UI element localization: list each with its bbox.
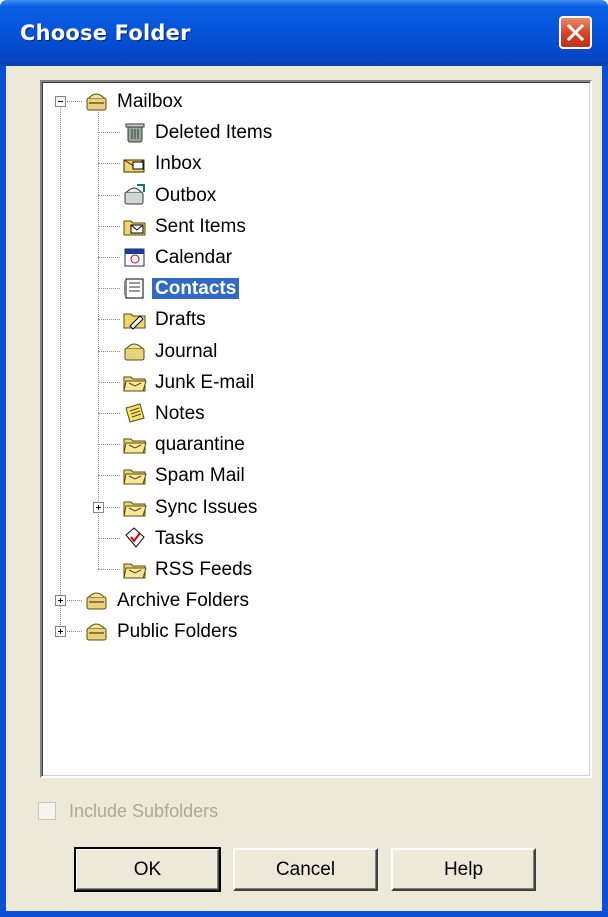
tree-item-label: Outbox (155, 185, 217, 206)
tree-item-deleted-items[interactable]: Deleted Items (42, 119, 582, 145)
tree-item-label: Sent Items (155, 216, 246, 237)
tree-item-label: Notes (155, 403, 205, 424)
journal-icon (122, 338, 148, 364)
title-bar[interactable]: Choose Folder (0, 0, 608, 66)
close-button[interactable] (559, 16, 592, 49)
folder-icon (122, 431, 148, 457)
cancel-button[interactable]: Cancel (233, 848, 378, 891)
dialog-title: Choose Folder (20, 21, 191, 45)
tree-item-label: RSS Feeds (155, 559, 253, 580)
mailbox-icon (84, 88, 110, 114)
tree-connector-line (60, 101, 61, 631)
mailbox-icon (84, 587, 110, 613)
inbox-icon (122, 150, 148, 176)
tree-item-label: Calendar (155, 247, 233, 268)
expand-toggle[interactable] (93, 502, 104, 513)
sent-items-icon (122, 213, 148, 239)
tree-item-label: Journal (155, 341, 218, 362)
tree-item-spam-mail[interactable]: Spam Mail (42, 462, 582, 488)
tree-item-journal[interactable]: Journal (42, 338, 582, 364)
ok-button[interactable]: OK (74, 847, 221, 892)
drafts-icon (122, 306, 148, 332)
tree-item-junk-e-mail[interactable]: Junk E-mail (42, 369, 582, 395)
tree-item-quarantine[interactable]: quarantine (42, 431, 582, 457)
folder-icon (122, 369, 148, 395)
tree-item-label: Deleted Items (155, 122, 273, 143)
include-subfolders-checkbox[interactable] (38, 802, 56, 820)
tree-item-label: Contacts (152, 278, 240, 299)
tree-item-label: Spam Mail (155, 465, 245, 486)
dialog-window: Choose Folder Mailbox Deleted Items Inbox O… (0, 0, 608, 917)
notes-icon (122, 400, 148, 426)
include-subfolders-label: Include Subfolders (69, 801, 219, 821)
tree-item-calendar[interactable]: Calendar (42, 244, 582, 270)
collapse-toggle[interactable] (55, 96, 66, 107)
tree-item-label: Sync Issues (155, 497, 258, 518)
folder-icon (122, 556, 148, 582)
tree-item-inbox[interactable]: Inbox (42, 150, 582, 176)
tree-item-sync-issues[interactable]: Sync Issues (42, 494, 582, 520)
tree-item-tasks[interactable]: Tasks (42, 525, 582, 551)
dialog-body: Mailbox Deleted Items Inbox Outbox Sent Item… (6, 66, 602, 911)
tasks-icon (122, 525, 148, 551)
tree-item-label: Drafts (155, 309, 206, 330)
tree-item-label: Mailbox (117, 91, 183, 112)
outbox-icon (122, 182, 148, 208)
tree-item-contacts[interactable]: Contacts (42, 275, 582, 301)
tree-item-notes[interactable]: Notes (42, 400, 582, 426)
tree-item-sent-items[interactable]: Sent Items (42, 213, 582, 239)
folder-tree[interactable]: Mailbox Deleted Items Inbox Outbox Sent Item… (40, 80, 592, 778)
tree-item-archive-folders[interactable]: Archive Folders (42, 587, 582, 613)
tree-item-label: Inbox (155, 153, 202, 174)
tree-item-rss-feeds[interactable]: RSS Feeds (42, 556, 582, 582)
folder-icon (122, 494, 148, 520)
tree-item-label: Archive Folders (117, 590, 249, 611)
mailbox-icon (84, 618, 110, 644)
tree-item-label: Junk E-mail (155, 372, 255, 393)
help-button[interactable]: Help (391, 848, 536, 891)
deleted-items-icon (122, 119, 148, 145)
tree-item-label: Tasks (155, 528, 204, 549)
close-icon (567, 24, 584, 41)
expand-toggle[interactable] (55, 626, 66, 637)
tree-item-label: Public Folders (117, 621, 238, 642)
tree-item-mailbox[interactable]: Mailbox (42, 88, 582, 114)
expand-toggle[interactable] (55, 595, 66, 606)
contacts-icon (122, 275, 148, 301)
folder-icon (122, 462, 148, 488)
tree-item-public-folders[interactable]: Public Folders (42, 618, 582, 644)
tree-item-label: quarantine (155, 434, 245, 455)
tree-item-outbox[interactable]: Outbox (42, 182, 582, 208)
calendar-icon (122, 244, 148, 270)
tree-item-drafts[interactable]: Drafts (42, 306, 582, 332)
